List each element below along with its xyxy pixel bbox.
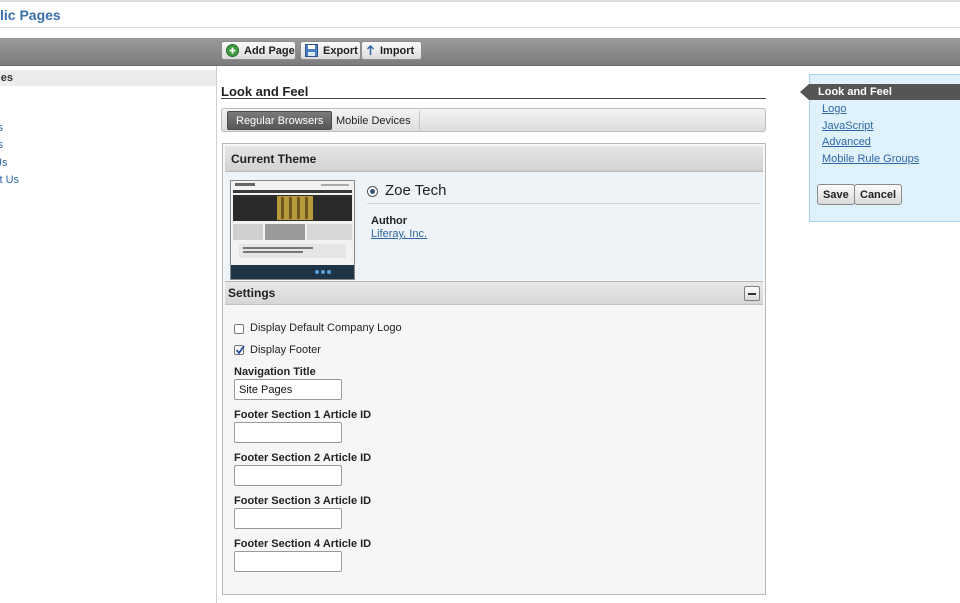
tree-item[interactable]: rs: [0, 122, 3, 134]
right-nav-mobile-rule-groups-link[interactable]: Mobile Rule Groups: [822, 153, 919, 165]
right-nav-active-item[interactable]: Look and Feel: [809, 84, 960, 100]
page-tree-panel: [0, 66, 216, 603]
navigation-title-input[interactable]: [234, 379, 342, 400]
author-label: Author: [371, 215, 408, 227]
collapse-settings-button[interactable]: [744, 286, 760, 301]
right-nav-javascript-link[interactable]: JavaScript: [822, 120, 873, 132]
footer-section-1-input[interactable]: [234, 422, 342, 443]
tab-regular-browsers[interactable]: Regular Browsers: [227, 111, 333, 130]
add-page-label: Add Page: [244, 44, 295, 57]
footer-section-3-label: Footer Section 3 Article ID: [234, 495, 372, 507]
footer-section-1-label: Footer Section 1 Article ID: [234, 409, 372, 421]
arrow-up-icon: [366, 45, 375, 56]
tree-root[interactable]: ges: [0, 70, 216, 86]
theme-divider: [367, 203, 760, 204]
tree-item[interactable]: Us: [0, 157, 7, 169]
tree-item[interactable]: ct Us: [0, 174, 19, 186]
settings-header: [225, 281, 763, 305]
export-button[interactable]: Export: [300, 41, 361, 60]
tree-item[interactable]: rs: [0, 139, 3, 151]
add-icon: [226, 44, 239, 57]
top-border: [0, 0, 960, 2]
save-button[interactable]: Save: [817, 184, 855, 205]
add-page-button[interactable]: Add Page: [221, 41, 296, 60]
cancel-button[interactable]: Cancel: [854, 184, 903, 205]
navigation-title-label: Navigation Title: [234, 366, 316, 378]
panel-divider: [216, 66, 217, 603]
active-pointer: [800, 84, 809, 100]
footer-section-2-label: Footer Section 2 Article ID: [234, 452, 372, 464]
footer-section-2-input[interactable]: [234, 465, 342, 486]
tab-mobile-devices[interactable]: Mobile Devices: [328, 111, 420, 130]
section-heading: Look and Feel: [221, 84, 309, 99]
display-footer-checkbox[interactable]: [234, 345, 245, 355]
toolbar: [0, 38, 960, 66]
check-icon: [235, 345, 245, 355]
theme-radio[interactable]: [367, 186, 378, 197]
header-divider: [0, 27, 960, 28]
footer-section-3-input[interactable]: [234, 508, 342, 529]
right-nav-advanced-link[interactable]: Advanced: [822, 136, 871, 148]
import-button[interactable]: Import: [361, 41, 422, 60]
export-label: Export: [323, 44, 358, 57]
display-footer-label: Display Footer: [250, 344, 321, 356]
display-logo-label: Display Default Company Logo: [250, 322, 402, 334]
settings-title: Settings: [228, 286, 276, 300]
page-title: lic Pages: [0, 7, 61, 23]
author-link[interactable]: Liferay, Inc.: [371, 228, 427, 240]
import-label: Import: [380, 44, 415, 57]
display-logo-checkbox[interactable]: [234, 324, 244, 334]
floppy-disk-icon: [305, 44, 318, 57]
footer-section-4-input[interactable]: [234, 551, 342, 572]
theme-name: Zoe Tech: [385, 182, 447, 199]
footer-section-4-label: Footer Section 4 Article ID: [234, 538, 372, 550]
right-nav-logo-link[interactable]: Logo: [822, 103, 846, 115]
theme-thumbnail: [230, 180, 355, 280]
heading-rule: [221, 98, 766, 99]
current-theme-title: Current Theme: [231, 152, 317, 166]
